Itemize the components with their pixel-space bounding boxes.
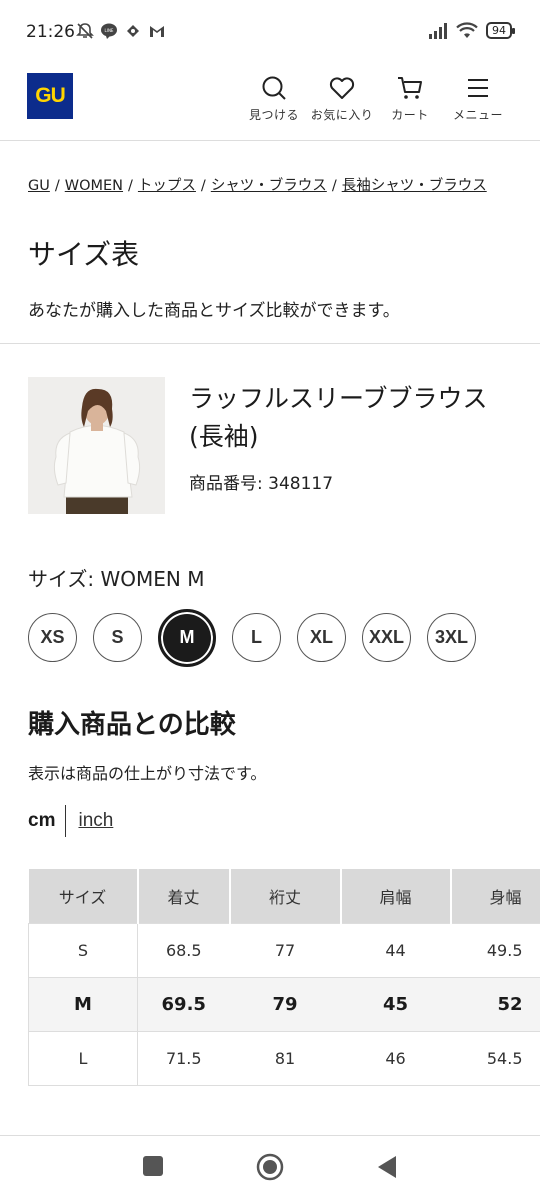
row-size: L — [28, 1030, 138, 1086]
size-label: サイズ: WOMEN M — [28, 567, 205, 591]
svg-text:LINE: LINE — [105, 28, 114, 33]
nav-cart[interactable]: カート — [376, 74, 444, 123]
size-option-l[interactable]: L — [232, 613, 281, 662]
size-option-xl[interactable]: XL — [297, 613, 346, 662]
status-bar: 21:26 LINE 94 — [0, 0, 540, 64]
system-nav-bar — [0, 1145, 540, 1195]
nav-favorites[interactable]: お気に入り — [308, 74, 376, 123]
search-icon — [262, 76, 286, 100]
size-selector: XS S M L XL XXL 3XL — [28, 608, 476, 667]
product-name: ラッフルスリーブブラウス(長袖) — [189, 384, 488, 451]
notification-icons: LINE — [76, 22, 166, 40]
product-number: 商品番号: 348117 — [189, 474, 334, 494]
breadcrumb-long-sleeve[interactable]: 長袖シャツ・ブラウス — [342, 178, 487, 194]
row-size: S — [28, 922, 138, 977]
signal-icon — [429, 22, 447, 39]
breadcrumb-women[interactable]: WOMEN — [65, 178, 123, 194]
compare-note: 表示は商品の仕上がり寸法です。 — [28, 764, 267, 783]
cell-chest: 49.5 — [450, 922, 540, 977]
table-row: L 71.5 81 46 54.5 — [28, 1030, 540, 1086]
breadcrumb-tops[interactable]: トップス — [138, 178, 196, 194]
heart-icon — [329, 77, 355, 99]
header-shoulder: 肩幅 — [340, 869, 452, 923]
cell-length: 69.5 — [137, 976, 230, 1031]
cell-shoulder: 44 — [340, 922, 451, 977]
table-row: S 68.5 77 44 49.5 — [28, 922, 540, 977]
app-notification-icon — [127, 25, 139, 37]
header-nav: 見つける お気に入り カート メニュー — [240, 74, 512, 123]
size-option-xs[interactable]: XS — [28, 613, 77, 662]
compare-title: 購入商品との比較 — [28, 710, 236, 740]
back-icon[interactable] — [376, 1155, 398, 1179]
product-image — [28, 377, 165, 514]
site-header: GU 見つける お気に入り カート メニュー — [0, 64, 540, 141]
mute-bell-icon — [76, 23, 94, 39]
unit-toggle: cm inch — [28, 805, 113, 837]
size-option-s[interactable]: S — [93, 613, 142, 662]
nav-search-label: 見つける — [248, 108, 299, 122]
nav-menu[interactable]: メニュー — [444, 74, 512, 123]
menu-icon — [468, 79, 488, 97]
status-time: 21:26 — [26, 22, 75, 42]
divider — [0, 343, 540, 344]
header-length: 着丈 — [137, 869, 231, 923]
nav-bar-divider — [0, 1135, 540, 1136]
nav-menu-label: メニュー — [452, 108, 503, 122]
nav-favorites-label: お気に入り — [310, 108, 374, 122]
size-option-xxl[interactable]: XXL — [362, 613, 411, 662]
cell-shoulder: 45 — [340, 976, 451, 1031]
cell-chest: 52 — [450, 976, 540, 1031]
nav-cart-label: カート — [391, 108, 429, 122]
nav-search[interactable]: 見つける — [240, 74, 308, 123]
wifi-icon — [456, 22, 478, 38]
home-icon[interactable] — [256, 1153, 284, 1181]
unit-inch-link[interactable]: inch — [66, 810, 113, 832]
breadcrumb-gu[interactable]: GU — [28, 178, 50, 194]
size-table: サイズ 着丈 裄丈 肩幅 身幅 S 68.5 77 44 49.5 M 69.5… — [28, 869, 540, 1086]
cell-chest: 54.5 — [450, 1030, 540, 1086]
cell-shoulder: 46 — [340, 1030, 451, 1086]
line-app-icon: LINE — [101, 23, 117, 39]
table-header-row: サイズ 着丈 裄丈 肩幅 身幅 — [28, 869, 540, 923]
size-option-m-selected[interactable]: M — [158, 608, 216, 667]
cell-sleeve: 79 — [229, 976, 341, 1031]
page-description: あなたが購入した商品とサイズ比較ができます。 — [28, 301, 400, 321]
header-size: サイズ — [28, 869, 139, 923]
system-status: 94 — [428, 22, 515, 39]
size-option-3xl[interactable]: 3XL — [427, 613, 476, 662]
cell-sleeve: 77 — [229, 922, 341, 977]
breadcrumb-shirts-blouses[interactable]: シャツ・ブラウス — [211, 178, 327, 194]
gu-logo[interactable]: GU — [27, 73, 73, 119]
header-chest: 身幅 — [450, 869, 540, 923]
recent-apps-icon[interactable] — [142, 1155, 164, 1177]
cell-sleeve: 81 — [229, 1030, 341, 1086]
cell-length: 71.5 — [137, 1030, 230, 1086]
table-row-highlighted: M 69.5 79 45 52 — [28, 976, 540, 1031]
unit-cm-button[interactable]: cm — [28, 805, 67, 837]
page-title: サイズ表 — [28, 238, 140, 271]
battery-indicator: 94 — [486, 22, 515, 39]
breadcrumb: GU / WOMEN / トップス / シャツ・ブラウス / 長袖シャツ・ブラウス — [28, 178, 487, 194]
cart-icon — [398, 77, 422, 99]
header-sleeve: 裄丈 — [229, 869, 342, 923]
cell-length: 68.5 — [137, 922, 230, 977]
row-size: M — [28, 976, 138, 1031]
gmail-icon — [150, 26, 164, 37]
